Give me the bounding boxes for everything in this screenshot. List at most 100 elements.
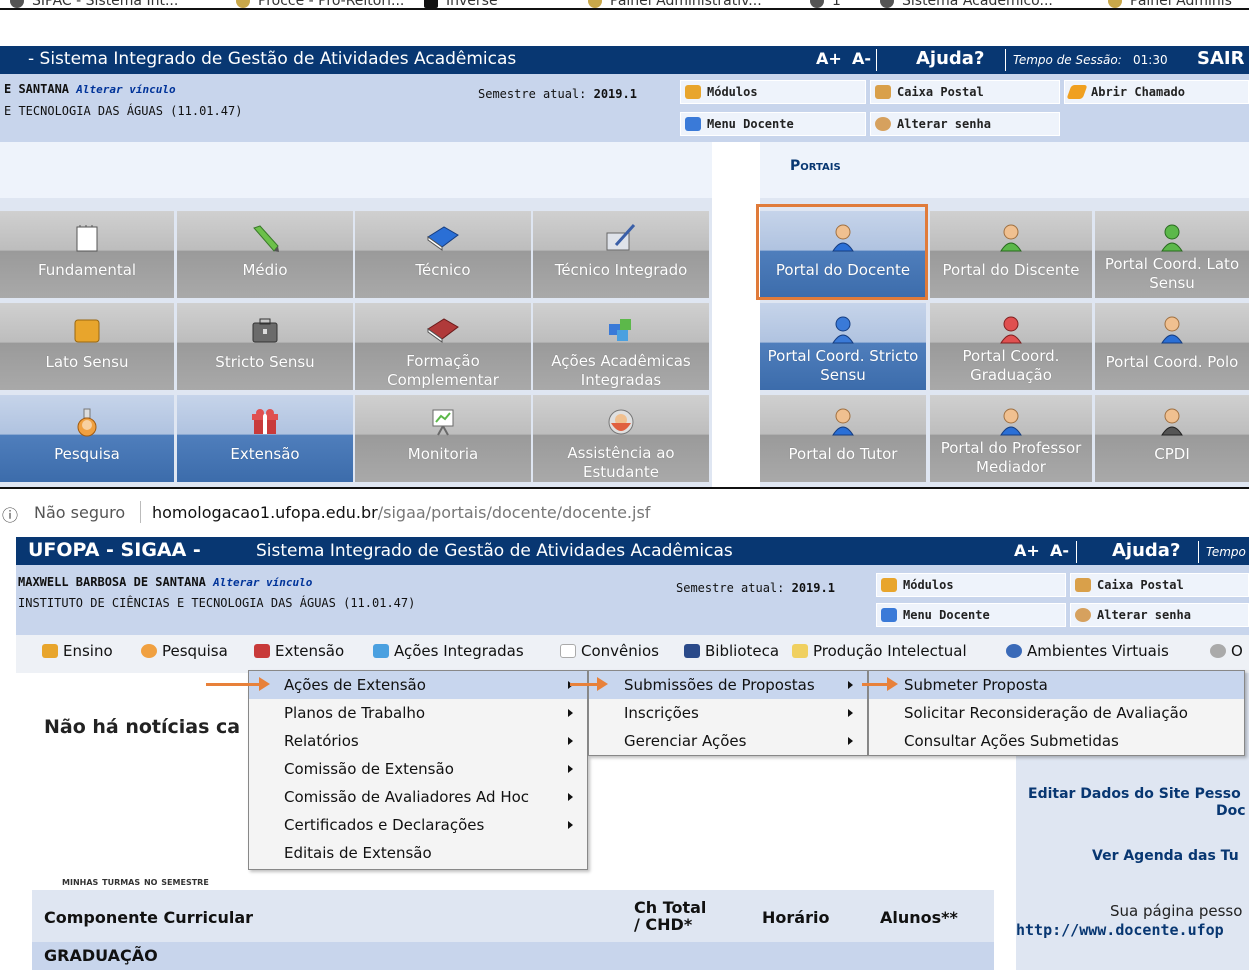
submenu-arrow-icon (568, 765, 573, 773)
module-tecnico[interactable]: Técnico (355, 211, 531, 298)
menu-gerenciar-acoes[interactable]: Gerenciar Ações (589, 727, 867, 755)
news-message: Não há notícias ca (44, 716, 241, 738)
teacher-menu-button[interactable]: Menu Docente (680, 112, 866, 136)
menu-submissoes-propostas[interactable]: Submissões de Propostas (589, 671, 867, 699)
module-extensao[interactable]: Extensão (177, 395, 353, 482)
divider (1198, 541, 1199, 563)
module-formacao-complementar[interactable]: Formação Complementar (355, 303, 531, 390)
menu-other[interactable]: O (1210, 642, 1243, 660)
circle-globe-icon (880, 0, 894, 8)
font-decrease-button[interactable]: A- (852, 49, 871, 68)
modules-button[interactable]: Módulos (680, 80, 866, 104)
teacher-menu-button[interactable]: Menu Docente (876, 603, 1066, 627)
menu-acoes-de-extensao[interactable]: Ações de Extensão (249, 671, 587, 699)
module-fundamental[interactable]: Fundamental (0, 211, 174, 298)
menu-relatorios[interactable]: Relatórios (249, 727, 587, 755)
circle-globe-icon (10, 0, 24, 8)
user-unit: E TECNOLOGIA DAS ÁGUAS (11.01.47) (4, 104, 243, 118)
ticket-button[interactable]: Abrir Chamado (1064, 80, 1249, 104)
bookmark-procce[interactable]: Procce - Pró-Reitori... (236, 0, 404, 8)
edit-site-link[interactable]: Editar Dados do Site Pesso (1028, 786, 1241, 802)
font-increase-button[interactable]: A+ (816, 49, 842, 68)
modules-button[interactable]: Módulos (876, 573, 1066, 597)
bookmark-sipac[interactable]: SIPAC - Sistema Int... (10, 0, 178, 8)
menu-solicitar-reconsideracao[interactable]: Solicitar Reconsideração de Avaliação (869, 699, 1244, 727)
menu-inscricoes[interactable]: Inscrições (589, 699, 867, 727)
bookmark-inverse[interactable]: Inverse (424, 0, 498, 8)
menu-convenios[interactable]: Convênios (560, 642, 659, 660)
dropdown-acoes-extensao: Submissões de Propostas Inscrições Geren… (588, 670, 868, 756)
logout-link[interactable]: SAIR (1197, 48, 1244, 69)
edit-icon (604, 221, 638, 255)
change-password-button[interactable]: Alterar senha (870, 112, 1060, 136)
portal-coord-graduacao[interactable]: Portal Coord. Graduação (930, 303, 1092, 390)
info-icon[interactable]: ⓘ (2, 502, 18, 526)
portal-coord-lato[interactable]: Portal Coord. Lato Sensu (1095, 211, 1249, 298)
portal-professor-mediador[interactable]: Portal do Professor Mediador (930, 395, 1092, 482)
help-link[interactable]: Ajuda? (916, 48, 984, 69)
menu-biblioteca[interactable]: Biblioteca (684, 642, 779, 660)
dropdown-submissoes: Submeter Proposta Solicitar Reconsideraç… (868, 670, 1245, 756)
menu-planos-de-trabalho[interactable]: Planos de Trabalho (249, 699, 587, 727)
system-title-bar: - Sistema Integrado de Gestão de Ativida… (0, 46, 1249, 74)
menu-acoes-integradas[interactable]: Ações Integradas (373, 642, 524, 660)
module-tecnico-integrado[interactable]: Técnico Integrado (533, 211, 709, 298)
menu-ensino[interactable]: Ensino (42, 642, 113, 660)
module-medio[interactable]: Médio (177, 211, 353, 298)
module-assistencia[interactable]: Assistência ao Estudante (533, 395, 709, 482)
bookmark-painel-adminis[interactable]: Painel Adminis (1108, 0, 1232, 8)
other-icon (1210, 644, 1226, 658)
portal-cpdi[interactable]: CPDI (1095, 395, 1249, 482)
font-decrease-button[interactable]: A- (1050, 541, 1069, 560)
change-password-button[interactable]: Alterar senha (1070, 603, 1249, 627)
user-icon (998, 405, 1024, 439)
menu-ambientes-virtuais[interactable]: Ambientes Virtuais (1006, 642, 1169, 660)
user-unit: INSTITUTO DE CIÊNCIAS E TECNOLOGIA DAS Á… (18, 596, 416, 610)
menu-extensao[interactable]: Extensão (254, 642, 344, 660)
personal-page-url[interactable]: http://www.docente.ufop (1016, 921, 1224, 939)
mailbox-button[interactable]: Caixa Postal (1070, 573, 1249, 597)
gap (712, 142, 760, 487)
portal-coord-polo[interactable]: Portal Coord. Polo (1095, 303, 1249, 390)
bookmark-sistema-academico[interactable]: Sistema Acadêmico... (880, 0, 1053, 8)
sigaa-brand: UFOPA - SIGAA - (28, 539, 201, 561)
alter-link[interactable]: Alterar vínculo (76, 83, 175, 96)
menu-comissao-avaliadores[interactable]: Comissão de Avaliadores Ad Hoc (249, 783, 587, 811)
menu-comissao-extensao[interactable]: Comissão de Extensão (249, 755, 587, 783)
menu-pesquisa[interactable]: Pesquisa (141, 642, 228, 660)
portal-tutor[interactable]: Portal do Tutor (760, 395, 926, 482)
alter-link[interactable]: Alterar vínculo (213, 576, 312, 589)
notepad-icon (76, 221, 98, 255)
menu-submeter-proposta[interactable]: Submeter Proposta (869, 671, 1244, 699)
mailbox-button[interactable]: Caixa Postal (870, 80, 1060, 104)
sigaa-user-bar: MAXWELL BARBOSA DE SANTANA Alterar víncu… (16, 565, 1249, 635)
teacher-menu-icon (881, 608, 897, 622)
portal-discente[interactable]: Portal do Discente (930, 211, 1092, 298)
inverse-icon (424, 0, 438, 8)
submenu-arrow-icon (848, 709, 853, 717)
bookmark-1[interactable]: 1 (810, 0, 841, 8)
menu-certificados[interactable]: Certificados e Declarações (249, 811, 587, 839)
user-info-bar: E SANTANA Alterar vínculo E TECNOLOGIA D… (0, 74, 1249, 142)
portal-coord-stricto[interactable]: Portal Coord. Stricto Sensu (760, 303, 926, 390)
green-user-icon (1159, 221, 1185, 255)
agenda-link[interactable]: Ver Agenda das Tu (1092, 848, 1239, 864)
bookmark-painel[interactable]: Painel Administrativ... (588, 0, 762, 8)
edit-site-link-cont[interactable]: Doc (1216, 803, 1246, 819)
semester-info: Semestre atual: 2019.1 (676, 581, 835, 595)
divider (1005, 49, 1006, 71)
menu-editais[interactable]: Editais de Extensão (249, 839, 587, 867)
browser-address-bar[interactable]: ⓘ Não seguro homologacao1.ufopa.edu.br/s… (0, 487, 1249, 535)
module-pesquisa[interactable]: Pesquisa (0, 395, 174, 482)
module-lato-sensu[interactable]: Lato Sensu (0, 303, 174, 390)
module-monitoria[interactable]: Monitoria (355, 395, 531, 482)
session-label: Tempo de Sessão: (1013, 53, 1122, 67)
font-increase-button[interactable]: A+ (1014, 541, 1040, 560)
menu-producao-intelectual[interactable]: Produção Intelectual (792, 642, 967, 660)
help-link[interactable]: Ajuda? (1112, 540, 1180, 561)
col-ch-total: Ch Total / CHD* (634, 898, 707, 934)
menu-consultar-acoes[interactable]: Consultar Ações Submetidas (869, 727, 1244, 755)
col-alunos: Alunos** (880, 908, 958, 927)
module-acoes-academicas[interactable]: Ações Acadêmicas Integradas (533, 303, 709, 390)
module-stricto-sensu[interactable]: Stricto Sensu (177, 303, 353, 390)
